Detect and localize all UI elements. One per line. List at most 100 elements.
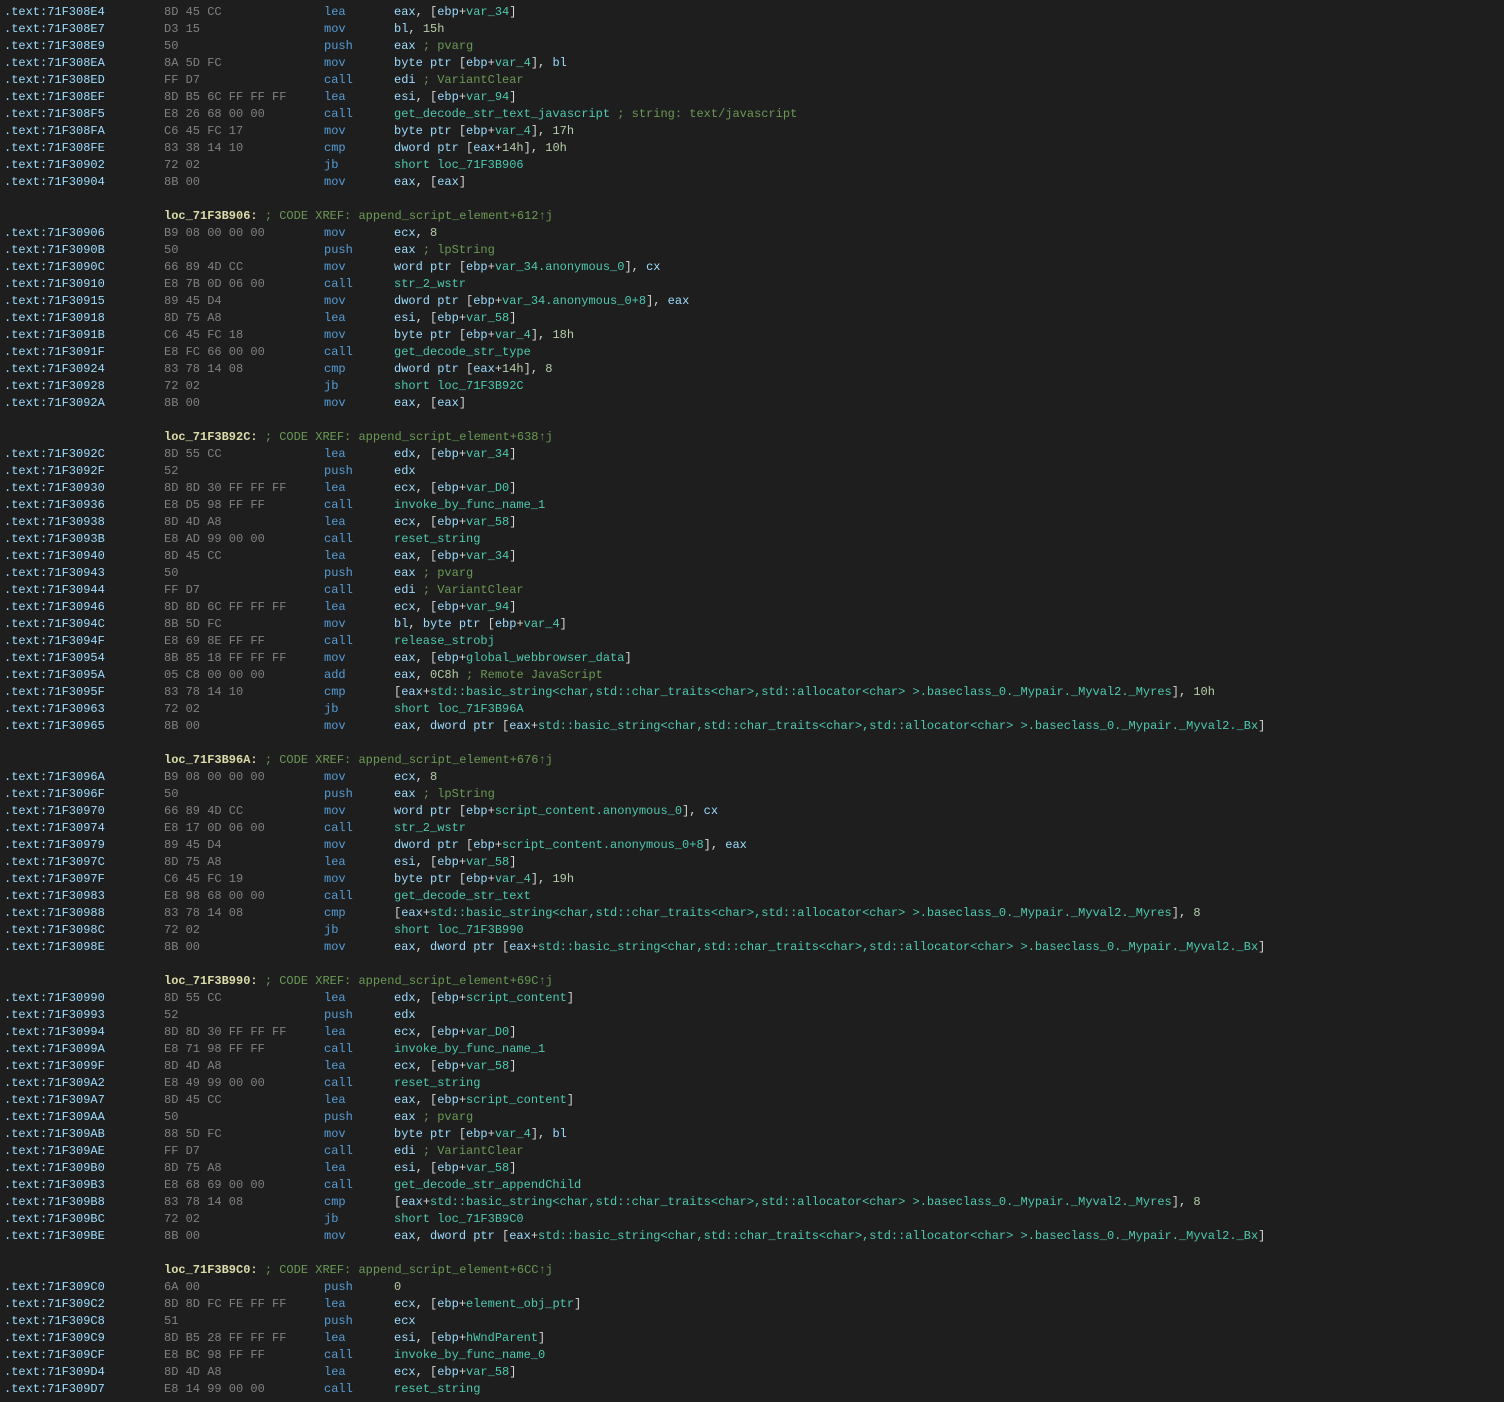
disasm-line[interactable]: .text:71F3097989 45 D4movdword ptr [ebp+… xyxy=(0,837,1504,854)
disasm-line[interactable]: .text:71F30936E8 D5 98 FF FFcallinvoke_b… xyxy=(0,497,1504,514)
disasm-line[interactable]: .text:71F309D48D 4D A8leaecx, [ebp+var_5… xyxy=(0,1364,1504,1381)
disasm-line[interactable]: loc_71F3B990: ; CODE XREF: append_script… xyxy=(0,973,1504,990)
operands: edx, [ebp+script_content] xyxy=(394,990,1500,1007)
mnemonic: mov xyxy=(324,1228,394,1245)
disasm-line[interactable]: .text:71F3094C8B 5D FCmovbl, byte ptr [e… xyxy=(0,616,1504,633)
disasm-line[interactable] xyxy=(0,735,1504,752)
disasm-line[interactable]: .text:71F30906B9 08 00 00 00movecx, 8 xyxy=(0,225,1504,242)
disasm-line[interactable]: .text:71F309BC72 02jbshort loc_71F3B9C0 xyxy=(0,1211,1504,1228)
operands: reset_string xyxy=(394,531,1500,548)
disasm-line[interactable]: .text:71F3092A8B 00moveax, [eax] xyxy=(0,395,1504,412)
disasm-line[interactable]: .text:71F308FE83 38 14 10cmpdword ptr [e… xyxy=(0,140,1504,157)
disasm-line[interactable]: .text:71F3099F8D 4D A8leaecx, [ebp+var_5… xyxy=(0,1058,1504,1075)
disasm-line[interactable]: .text:71F308F5E8 26 68 00 00callget_deco… xyxy=(0,106,1504,123)
disasm-line[interactable]: .text:71F309C851pushecx xyxy=(0,1313,1504,1330)
disasm-line[interactable]: .text:71F309388D 4D A8leaecx, [ebp+var_5… xyxy=(0,514,1504,531)
disasm-line[interactable]: .text:71F3096AB9 08 00 00 00movecx, 8 xyxy=(0,769,1504,786)
disasm-line[interactable]: .text:71F3092483 78 14 08cmpdword ptr [e… xyxy=(0,361,1504,378)
disasm-line[interactable]: .text:71F308EDFF D7calledi ; VariantClea… xyxy=(0,72,1504,89)
disasm-line[interactable]: .text:71F3094350pusheax ; pvarg xyxy=(0,565,1504,582)
disasm-line[interactable]: .text:71F3092C8D 55 CCleaedx, [ebp+var_3… xyxy=(0,446,1504,463)
disasm-line[interactable]: .text:71F309468D 8D 6C FF FF FFleaecx, [… xyxy=(0,599,1504,616)
disasm-line[interactable]: loc_71F3B9C0: ; CODE XREF: append_script… xyxy=(0,1262,1504,1279)
bytes: 50 xyxy=(164,1109,324,1126)
disasm-line[interactable]: .text:71F3095F83 78 14 10cmp[eax+std::ba… xyxy=(0,684,1504,701)
disasm-line[interactable]: .text:71F309AEFF D7calledi ; VariantClea… xyxy=(0,1143,1504,1160)
operands: esi, [ebp+var_94] xyxy=(394,89,1500,106)
address: .text:71F3097F xyxy=(4,871,164,888)
mnemonic: mov xyxy=(324,174,394,191)
disasm-line[interactable]: .text:71F3095A05 C8 00 00 00addeax, 0C8h… xyxy=(0,667,1504,684)
disasm-line[interactable]: .text:71F3097C8D 75 A8leaesi, [ebp+var_5… xyxy=(0,854,1504,871)
mnemonic: lea xyxy=(324,89,394,106)
disasm-line[interactable]: .text:71F3097066 89 4D CCmovword ptr [eb… xyxy=(0,803,1504,820)
bytes: 50 xyxy=(164,565,324,582)
disasm-line[interactable]: .text:71F3098E8B 00moveax, dword ptr [ea… xyxy=(0,939,1504,956)
disasm-line[interactable]: .text:71F308EF8D B5 6C FF FF FFleaesi, [… xyxy=(0,89,1504,106)
disasm-line[interactable]: .text:71F30974E8 17 0D 06 00callstr_2_ws… xyxy=(0,820,1504,837)
disasm-line[interactable]: .text:71F3096372 02jbshort loc_71F3B96A xyxy=(0,701,1504,718)
disasm-line[interactable]: .text:71F3091FE8 FC 66 00 00callget_deco… xyxy=(0,344,1504,361)
disasm-line[interactable] xyxy=(0,412,1504,429)
disasm-line[interactable]: .text:71F3092872 02jbshort loc_71F3B92C xyxy=(0,378,1504,395)
disasm-line[interactable]: .text:71F3090C66 89 4D CCmovword ptr [eb… xyxy=(0,259,1504,276)
disasm-line[interactable]: .text:71F3099352pushedx xyxy=(0,1007,1504,1024)
disasm-line[interactable]: .text:71F309A78D 45 CCleaeax, [ebp+scrip… xyxy=(0,1092,1504,1109)
disasm-line[interactable]: .text:71F308E48D 45 CCleaeax, [ebp+var_3… xyxy=(0,4,1504,21)
disasm-line[interactable] xyxy=(0,1245,1504,1262)
disasm-line[interactable]: .text:71F3097FC6 45 FC 19movbyte ptr [eb… xyxy=(0,871,1504,888)
disasm-line[interactable]: .text:71F309948D 8D 30 FF FF FFleaecx, [… xyxy=(0,1024,1504,1041)
address: .text:71F3094C xyxy=(4,616,164,633)
operands: str_2_wstr xyxy=(394,820,1500,837)
disasm-line[interactable]: .text:71F309A2E8 49 99 00 00callreset_st… xyxy=(0,1075,1504,1092)
disasm-line[interactable]: .text:71F3092F52pushedx xyxy=(0,463,1504,480)
disasm-line[interactable]: .text:71F3091BC6 45 FC 18movbyte ptr [eb… xyxy=(0,327,1504,344)
disasm-line[interactable]: .text:71F30910E8 7B 0D 06 00callstr_2_ws… xyxy=(0,276,1504,293)
disasm-line[interactable]: .text:71F308E950pusheax ; pvarg xyxy=(0,38,1504,55)
disasm-line[interactable]: .text:71F309408D 45 CCleaeax, [ebp+var_3… xyxy=(0,548,1504,565)
bytes: 05 C8 00 00 00 xyxy=(164,667,324,684)
disasm-line[interactable]: .text:71F30983E8 98 68 00 00callget_deco… xyxy=(0,888,1504,905)
disasm-line[interactable]: .text:71F309908D 55 CCleaedx, [ebp+scrip… xyxy=(0,990,1504,1007)
disasm-line[interactable]: .text:71F309AA50pusheax ; pvarg xyxy=(0,1109,1504,1126)
disasm-line[interactable]: .text:71F309B08D 75 A8leaesi, [ebp+var_5… xyxy=(0,1160,1504,1177)
disasm-line[interactable] xyxy=(0,956,1504,973)
operands: ecx, 8 xyxy=(394,769,1500,786)
disasm-line[interactable]: .text:71F3098883 78 14 08cmp[eax+std::ba… xyxy=(0,905,1504,922)
disasm-line[interactable]: .text:71F309B883 78 14 08cmp[eax+std::ba… xyxy=(0,1194,1504,1211)
disasm-line[interactable]: .text:71F3099AE8 71 98 FF FFcallinvoke_b… xyxy=(0,1041,1504,1058)
disasm-line[interactable]: .text:71F308E7D3 15movbl, 15h xyxy=(0,21,1504,38)
disasm-line[interactable] xyxy=(0,191,1504,208)
disasm-line[interactable]: .text:71F308FAC6 45 FC 17movbyte ptr [eb… xyxy=(0,123,1504,140)
disasm-line[interactable]: loc_71F3B906: ; CODE XREF: append_script… xyxy=(0,208,1504,225)
disasm-line[interactable]: .text:71F309BE8B 00moveax, dword ptr [ea… xyxy=(0,1228,1504,1245)
disasm-line[interactable]: .text:71F309C28D 8D FC FE FF FFleaecx, [… xyxy=(0,1296,1504,1313)
address: .text:71F3098C xyxy=(4,922,164,939)
disasm-line[interactable]: .text:71F3090272 02jbshort loc_71F3B906 xyxy=(0,157,1504,174)
disasm-line[interactable]: .text:71F308EA8A 5D FCmovbyte ptr [ebp+v… xyxy=(0,55,1504,72)
disasm-line[interactable]: .text:71F309548B 85 18 FF FF FFmoveax, [… xyxy=(0,650,1504,667)
disasm-line[interactable]: .text:71F309048B 00moveax, [eax] xyxy=(0,174,1504,191)
bytes: 8B 00 xyxy=(164,395,324,412)
disasm-line[interactable]: .text:71F3098C72 02jbshort loc_71F3B990 xyxy=(0,922,1504,939)
disasm-line[interactable]: .text:71F309D7E8 14 99 00 00callreset_st… xyxy=(0,1381,1504,1398)
disasm-line[interactable]: .text:71F309C98D B5 28 FF FF FFleaesi, [… xyxy=(0,1330,1504,1347)
disasm-line[interactable]: .text:71F309C06A 00push0 xyxy=(0,1279,1504,1296)
disasm-line[interactable]: .text:71F3094FE8 69 8E FF FFcallrelease_… xyxy=(0,633,1504,650)
operands: esi, [ebp+var_58] xyxy=(394,1160,1500,1177)
operands: eax, 0C8h ; Remote JavaScript xyxy=(394,667,1500,684)
disasm-line[interactable]: .text:71F30944FF D7calledi ; VariantClea… xyxy=(0,582,1504,599)
disasm-line[interactable]: .text:71F309308D 8D 30 FF FF FFleaecx, [… xyxy=(0,480,1504,497)
disasm-line[interactable]: .text:71F309AB88 5D FCmovbyte ptr [ebp+v… xyxy=(0,1126,1504,1143)
disasm-line[interactable]: loc_71F3B96A: ; CODE XREF: append_script… xyxy=(0,752,1504,769)
disasm-line[interactable]: loc_71F3B92C: ; CODE XREF: append_script… xyxy=(0,429,1504,446)
disasm-line[interactable]: .text:71F309188D 75 A8leaesi, [ebp+var_5… xyxy=(0,310,1504,327)
bytes: FF D7 xyxy=(164,72,324,89)
disasm-line[interactable]: .text:71F309CFE8 BC 98 FF FFcallinvoke_b… xyxy=(0,1347,1504,1364)
disasm-line[interactable]: .text:71F3091589 45 D4movdword ptr [ebp+… xyxy=(0,293,1504,310)
disasm-line[interactable]: .text:71F3090B50pusheax ; lpString xyxy=(0,242,1504,259)
disasm-line[interactable]: .text:71F3096F50pusheax ; lpString xyxy=(0,786,1504,803)
disasm-line[interactable]: .text:71F309658B 00moveax, dword ptr [ea… xyxy=(0,718,1504,735)
disasm-line[interactable]: .text:71F309B3E8 68 69 00 00callget_deco… xyxy=(0,1177,1504,1194)
disasm-line[interactable]: .text:71F3093BE8 AD 99 00 00callreset_st… xyxy=(0,531,1504,548)
